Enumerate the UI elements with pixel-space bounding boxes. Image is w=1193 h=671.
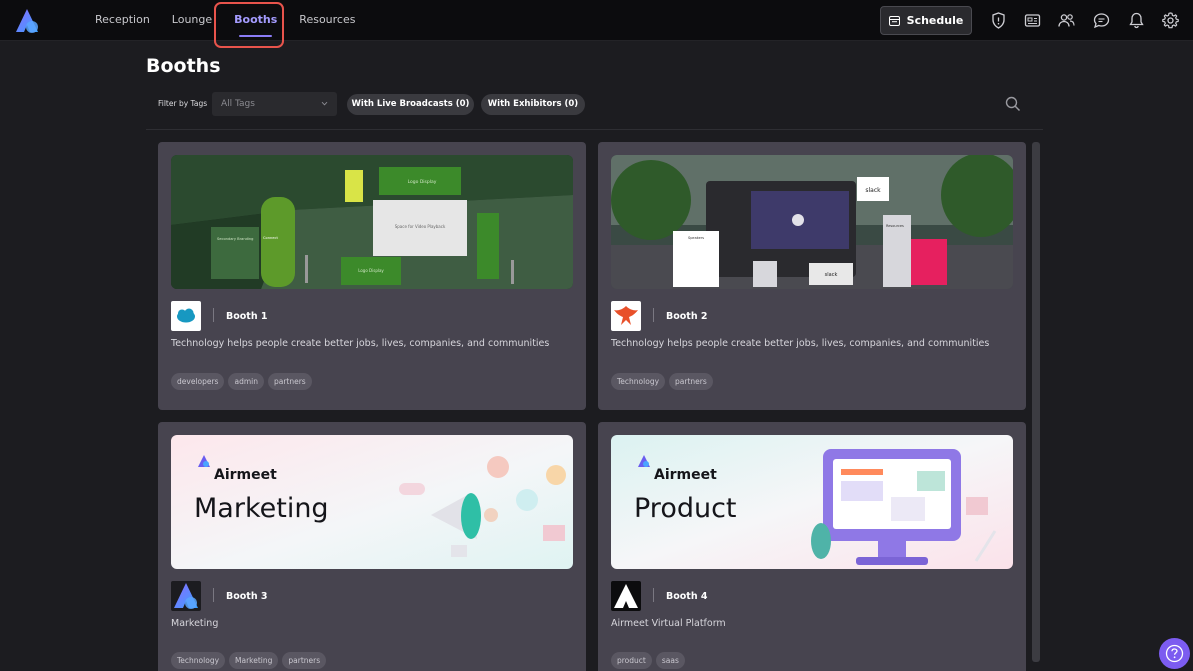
- booth-card-2[interactable]: slack slack Speakers Resources Booth 2 T…: [598, 142, 1026, 410]
- booth-1-banner-secondary-branding: Secondary Branding: [217, 237, 253, 241]
- exhibitors-filter[interactable]: With Exhibitors (0): [481, 94, 585, 115]
- booth-description: Airmeet Virtual Platform: [611, 618, 726, 629]
- separator: [653, 308, 654, 322]
- booth-card-4[interactable]: Airmeet Product Booth 4 Airmeet Virtual …: [598, 422, 1026, 671]
- booth-2-banner: slack slack Speakers Resources: [611, 155, 1013, 289]
- booth-3-banner-brand: Airmeet: [214, 467, 277, 483]
- booth-2-banner-slack-sign: slack: [865, 187, 881, 194]
- tag-chip: developers: [171, 373, 225, 390]
- booth-tags: developers admin partners: [171, 373, 312, 390]
- phoenix-logo: [611, 301, 641, 331]
- tag-chip: Technology: [611, 373, 666, 390]
- nav-resources[interactable]: Resources: [288, 0, 366, 41]
- booth-description: Technology helps people create better jo…: [611, 338, 990, 349]
- nav-lounge[interactable]: Lounge: [161, 0, 223, 41]
- tag-chip: partners: [282, 652, 327, 669]
- airmeet-gradient-logo: [171, 581, 201, 611]
- booth-3-banner-title: Marketing: [194, 493, 329, 524]
- salesforce-logo: [171, 301, 201, 331]
- booth-tags: Technology Marketing partners: [171, 652, 327, 669]
- shield-icon[interactable]: [989, 11, 1008, 30]
- news-icon[interactable]: [1023, 11, 1042, 30]
- booth-tags: product saas: [611, 652, 685, 669]
- booth-1-banner-logo-display: Logo Display: [408, 179, 437, 185]
- booth-name: Booth 4: [666, 591, 708, 602]
- tag-chip: product: [611, 652, 652, 669]
- booth-1-banner-video-placeholder: Space for Video Playback: [395, 224, 446, 229]
- booth-1-banner: Logo Display Space for Video Playback Lo…: [171, 155, 573, 289]
- filter-label: Filter by Tags: [158, 99, 208, 108]
- booth-2-banner-resources: Resources: [886, 224, 904, 228]
- schedule-button[interactable]: Schedule: [880, 6, 972, 35]
- search-icon[interactable]: [1005, 96, 1021, 112]
- tag-select[interactable]: All Tags: [212, 92, 337, 116]
- booth-description: Technology helps people create better jo…: [171, 338, 550, 349]
- booth-2-banner-slack-counter: slack: [825, 272, 838, 278]
- people-icon[interactable]: [1057, 11, 1076, 30]
- separator: [213, 308, 214, 322]
- divider: [146, 129, 1043, 130]
- help-icon: [1165, 644, 1184, 663]
- scrollbar[interactable]: [1032, 142, 1040, 662]
- booth-1-banner-connect: Connect: [263, 236, 278, 240]
- chat-icon[interactable]: [1092, 11, 1111, 30]
- help-button[interactable]: [1159, 638, 1190, 669]
- tag-chip: Marketing: [229, 652, 279, 669]
- booth-card-3[interactable]: Airmeet Marketing Booth 3 Marketing Tech…: [158, 422, 586, 671]
- tag-chip: partners: [669, 373, 713, 390]
- airmeet-logo[interactable]: [14, 8, 40, 34]
- tag-select-value: All Tags: [221, 99, 255, 109]
- nav-booths[interactable]: Booths: [223, 0, 288, 41]
- tag-chip: Technology: [171, 652, 226, 669]
- airmeet-white-logo: [611, 581, 641, 611]
- top-bar: Reception Lounge Booths Resources Schedu…: [0, 0, 1193, 41]
- booth-card-1[interactable]: Logo Display Space for Video Playback Lo…: [158, 142, 586, 410]
- main-nav: Reception Lounge Booths Resources: [84, 0, 366, 41]
- tag-chip: saas: [655, 652, 685, 669]
- tag-chip: admin: [228, 373, 264, 390]
- booth-2-banner-speakers: Speakers: [688, 236, 704, 240]
- booth-4-banner-title: Product: [634, 493, 737, 524]
- booth-name: Booth 1: [226, 311, 268, 322]
- booth-name: Booth 2: [666, 311, 708, 322]
- booth-description: Marketing: [171, 618, 219, 629]
- chevron-down-icon: [321, 101, 328, 106]
- booth-4-banner: Airmeet Product: [611, 435, 1013, 569]
- booth-3-banner: Airmeet Marketing: [171, 435, 573, 569]
- booth-tags: Technology partners: [611, 373, 713, 390]
- separator: [653, 588, 654, 602]
- nav-reception[interactable]: Reception: [84, 0, 161, 41]
- gear-icon[interactable]: [1161, 11, 1180, 30]
- booth-name: Booth 3: [226, 591, 268, 602]
- bell-icon[interactable]: [1127, 11, 1146, 30]
- booth-1-banner-logo-display-2: Logo Display: [358, 268, 384, 273]
- live-broadcasts-filter[interactable]: With Live Broadcasts (0): [347, 94, 474, 115]
- schedule-label: Schedule: [906, 14, 964, 27]
- calendar-icon: [888, 16, 900, 26]
- page-title: Booths: [146, 55, 221, 77]
- booth-4-banner-brand: Airmeet: [654, 467, 717, 483]
- separator: [213, 588, 214, 602]
- tag-chip: partners: [267, 373, 312, 390]
